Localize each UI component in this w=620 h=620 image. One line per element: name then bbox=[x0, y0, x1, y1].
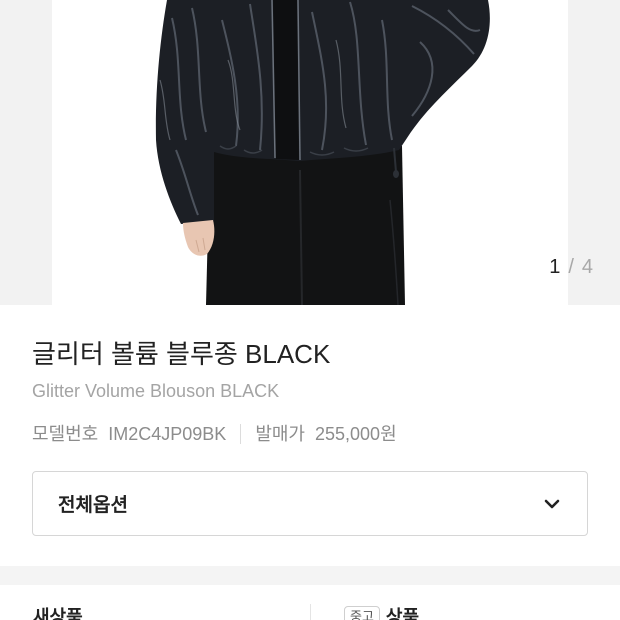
pants bbox=[206, 146, 405, 305]
model-number-label: 모델번호 bbox=[32, 424, 99, 444]
tab-divider bbox=[310, 604, 311, 620]
product-meta: 모델번호 IM2C4JP09BK 발매가 255,000원 bbox=[32, 422, 588, 446]
tab-new-product[interactable]: 새상품 bbox=[0, 585, 310, 620]
condition-tabs: 새상품 중고 상품 bbox=[0, 585, 620, 620]
release-price-value: 255,000원 bbox=[315, 424, 397, 444]
product-image-gallery[interactable]: 1 / 4 bbox=[0, 0, 620, 305]
option-select-button[interactable]: 전체옵션 bbox=[32, 471, 588, 536]
image-counter: 1 / 4 bbox=[549, 254, 593, 280]
image-counter-total: 4 bbox=[581, 256, 593, 278]
product-photo[interactable] bbox=[52, 0, 568, 305]
used-badge: 중고 bbox=[344, 606, 380, 620]
tab-new-product-label: 새상품 bbox=[33, 607, 83, 620]
chevron-down-icon bbox=[544, 498, 560, 510]
inner-shirt bbox=[273, 0, 299, 160]
model-number-value: IM2C4JP09BK bbox=[108, 424, 227, 444]
image-counter-current: 1 bbox=[549, 256, 561, 278]
option-select-label: 전체옵션 bbox=[58, 495, 128, 516]
meta-divider bbox=[240, 424, 242, 444]
tab-used-product[interactable]: 중고 상품 bbox=[310, 585, 620, 620]
product-title: 글리터 볼륨 블루종 BLACK bbox=[32, 339, 331, 369]
model-figure bbox=[52, 0, 568, 305]
image-counter-separator: / bbox=[568, 256, 574, 278]
release-price-label: 발매가 bbox=[255, 424, 305, 444]
tab-used-product-label: 상품 bbox=[385, 607, 420, 620]
product-info: 글리터 볼륨 블루종 BLACK Glitter Volume Blouson … bbox=[0, 305, 620, 566]
section-divider-band bbox=[0, 566, 620, 585]
product-subtitle: Glitter Volume Blouson BLACK bbox=[32, 381, 280, 401]
